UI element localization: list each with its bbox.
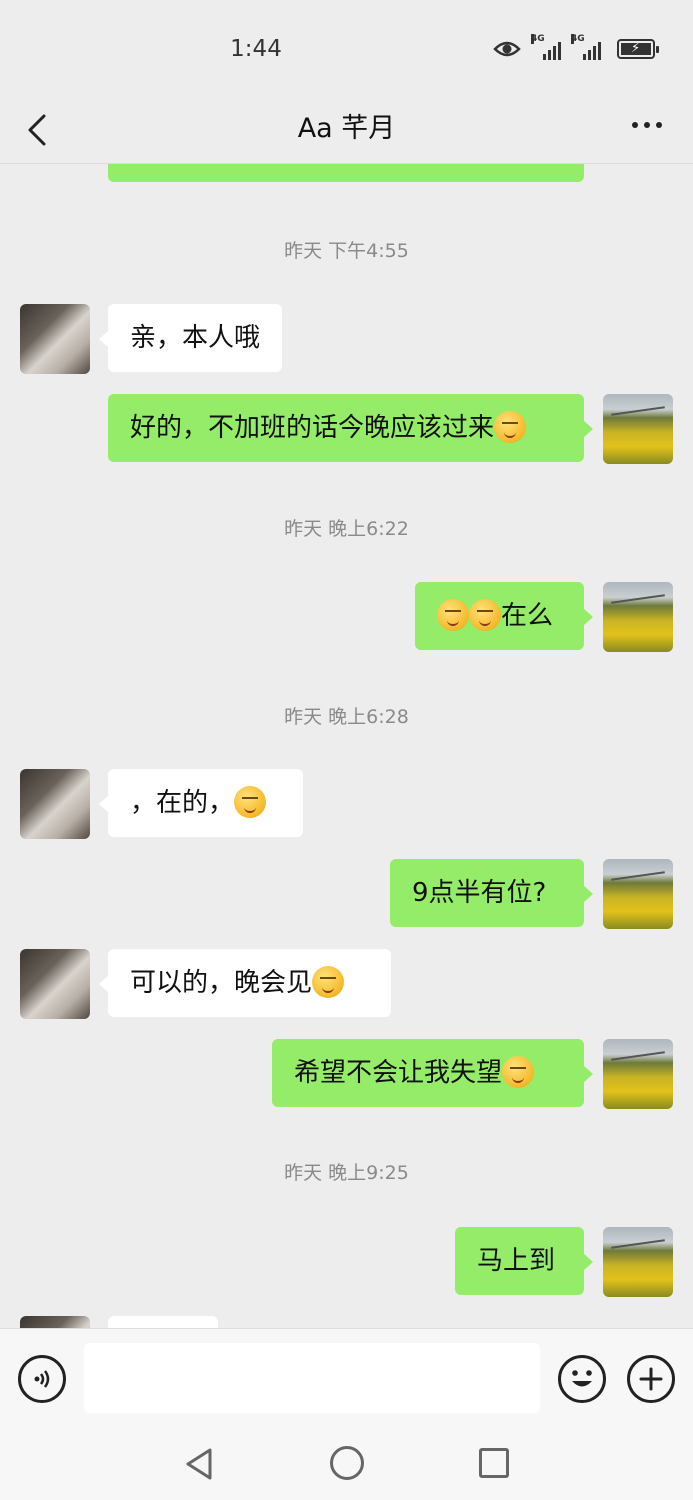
contact-avatar[interactable]	[20, 304, 90, 374]
message-input[interactable]	[84, 1343, 540, 1413]
message-bubble-partial[interactable]	[108, 164, 584, 182]
signal-4g-icon: 4G	[531, 34, 561, 60]
message-bubble-out[interactable]: 9点半有位?	[390, 859, 593, 927]
my-avatar[interactable]	[603, 1039, 673, 1109]
eye-icon	[493, 41, 521, 57]
more-dots-icon	[632, 122, 638, 128]
nav-home-icon[interactable]	[330, 1446, 364, 1480]
plus-icon	[639, 1367, 663, 1391]
system-nav-bar	[0, 1428, 693, 1500]
contact-avatar[interactable]	[20, 949, 90, 1019]
message-text: 亲，本人哦	[130, 323, 261, 353]
666-emoji	[469, 598, 501, 631]
smirk-emoji	[494, 410, 527, 443]
message-bubble-partial[interactable]	[108, 1316, 218, 1328]
666-emoji	[437, 598, 469, 631]
message-bubble-out[interactable]: 好的，不加班的话今晚应该过来	[108, 394, 593, 462]
contact-avatar-partial[interactable]	[20, 1316, 90, 1328]
message-text: 好的，不加班的话今晚应该过来	[130, 413, 495, 443]
message-bubble-out[interactable]: 马上到	[455, 1227, 593, 1295]
timestamp: 昨天 下午4:55	[284, 240, 409, 262]
emoji-smile-icon	[572, 1370, 592, 1387]
emoji-button[interactable]	[558, 1355, 606, 1403]
more-button[interactable]	[627, 110, 667, 140]
status-time: 1:44	[230, 36, 282, 62]
my-avatar[interactable]	[603, 1227, 673, 1297]
nav-recent-icon[interactable]	[479, 1448, 509, 1478]
message-bubble-in[interactable]: 可以的，晚会见	[99, 949, 391, 1017]
chat-header: Aa 芊月	[0, 100, 693, 164]
plus-button[interactable]	[627, 1355, 675, 1403]
signal-4g-icon: 4G	[571, 34, 601, 60]
nav-back-button[interactable]	[180, 1444, 220, 1484]
timestamp: 昨天 晚上9:25	[284, 1162, 409, 1184]
network-label: 4G	[531, 34, 545, 44]
message-text: ，在的，	[130, 788, 235, 818]
message-bubble-out[interactable]: 希望不会让我失望	[272, 1039, 593, 1107]
timestamp: 昨天 晚上6:22	[284, 518, 409, 540]
my-avatar[interactable]	[603, 394, 673, 464]
message-text: 9点半有位?	[412, 878, 547, 908]
nav-back-icon	[186, 1448, 212, 1480]
voice-button[interactable]	[18, 1355, 66, 1403]
contact-avatar[interactable]	[20, 769, 90, 839]
smirk-emoji	[502, 1055, 535, 1088]
input-bar	[0, 1328, 693, 1428]
message-text: 马上到	[477, 1246, 556, 1276]
network-label: 4G	[571, 34, 585, 44]
chat-area[interactable]: 昨天 下午4:55 亲，本人哦 好的，不加班的话今晚应该过来 昨天 晚上6:22…	[0, 164, 693, 1328]
message-bubble-in[interactable]: ，在的，	[99, 769, 303, 837]
my-avatar[interactable]	[603, 582, 673, 652]
timestamp: 昨天 晚上6:28	[284, 706, 409, 728]
chat-title: Aa 芊月	[297, 113, 396, 144]
message-text: 在么	[501, 601, 554, 631]
surprised-emoji	[234, 785, 267, 818]
message-text: 希望不会让我失望	[294, 1058, 503, 1088]
message-bubble-in[interactable]: 亲，本人哦	[98, 304, 283, 372]
ok-hand-emoji	[312, 965, 345, 998]
status-bar: 1:44 4G 4G ⚡	[0, 0, 693, 100]
battery-charging-icon: ⚡	[617, 39, 659, 59]
voice-icon	[34, 1370, 50, 1388]
status-icons: 4G 4G ⚡	[493, 34, 659, 60]
message-bubble-out[interactable]: 在么	[415, 582, 593, 650]
message-text: 可以的，晚会见	[130, 968, 313, 998]
my-avatar[interactable]	[603, 859, 673, 929]
